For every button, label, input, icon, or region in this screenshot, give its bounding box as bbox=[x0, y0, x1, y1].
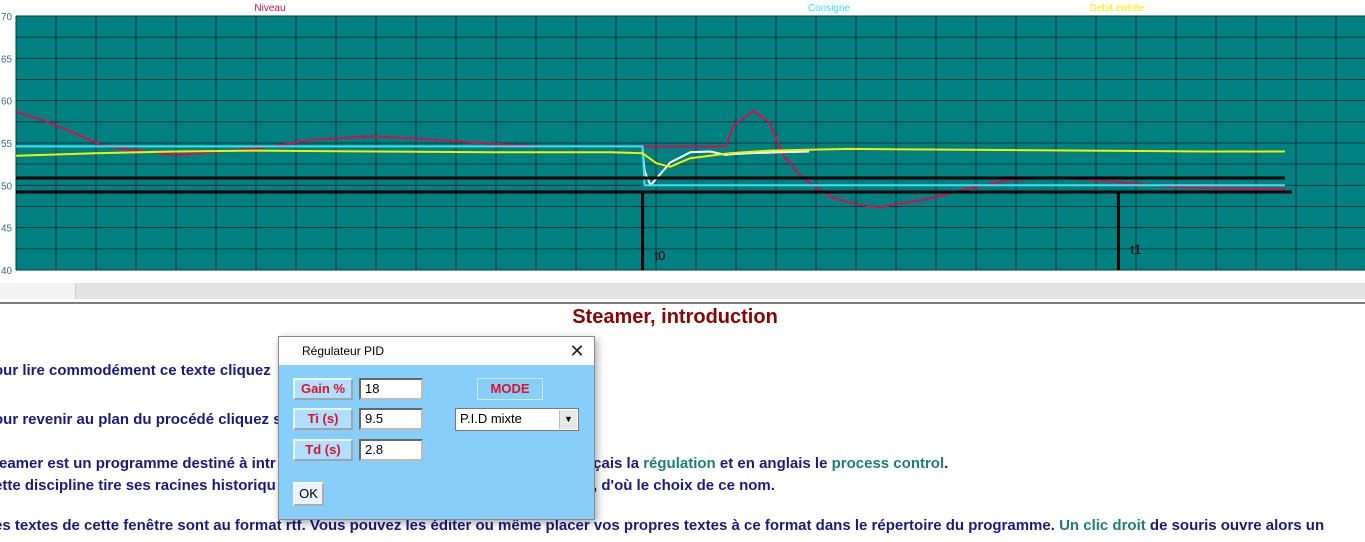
term-regulation: régulation bbox=[643, 455, 716, 472]
time-marker-label: t1 bbox=[1130, 242, 1141, 257]
paragraph-4-end: , d'où le choix de ce nom. bbox=[593, 477, 775, 494]
gain-field[interactable]: 18 bbox=[359, 378, 423, 400]
paragraph-4-start: ette discipline tire ses racines histori… bbox=[0, 477, 276, 494]
td-field[interactable]: 2.8 bbox=[359, 439, 423, 461]
paragraph-3-end: nçais la régulation et en anglais le pro… bbox=[584, 455, 948, 472]
paragraph-3-start: teamer est un programme destiné à intr bbox=[0, 455, 276, 472]
trend-chart: 70 65 60 55 50 45 40 Niveau Sortie LIC Consigne D… bbox=[0, 0, 1365, 283]
y-tick-label: 70 bbox=[1, 12, 13, 23]
y-tick-label: 65 bbox=[1, 54, 13, 65]
chevron-down-icon[interactable]: ▼ bbox=[559, 410, 577, 429]
y-tick-label: 55 bbox=[1, 139, 13, 150]
close-icon[interactable]: ✕ bbox=[560, 337, 594, 365]
y-tick-label: 45 bbox=[1, 224, 13, 235]
legend-item: Debit entrée bbox=[1090, 3, 1145, 14]
mode-select[interactable]: P.I.D mixte ▼ bbox=[455, 408, 579, 431]
paragraph-5-text-2: de souris ouvre alors un bbox=[1145, 517, 1325, 534]
legend-item: Niveau bbox=[254, 3, 285, 14]
mode-select-value: P.I.D mixte bbox=[460, 411, 522, 426]
paragraph-2: our revenir au plan du procédé cliquez s bbox=[0, 411, 282, 428]
panel-separator[interactable] bbox=[0, 302, 1365, 304]
paragraph-3-period: . bbox=[944, 455, 949, 472]
document-title: Steamer, introduction bbox=[572, 306, 778, 328]
ok-button[interactable]: OK bbox=[293, 482, 324, 506]
pid-regulator-dialog: Régulateur PID ✕ Gain % 18 Ti (s) 9.5 Td… bbox=[278, 336, 595, 520]
ti-button[interactable]: Ti (s) bbox=[293, 408, 353, 430]
chart-legend: Niveau Sortie LIC Consigne Debit entrée bbox=[254, 3, 1144, 14]
dialog-title: Régulateur PID bbox=[302, 344, 385, 358]
paragraph-3-text-2: et en anglais le bbox=[715, 455, 832, 472]
y-tick-label: 50 bbox=[1, 181, 13, 192]
y-tick-label: 40 bbox=[1, 266, 13, 277]
paragraph-5: es textes de cette fenêtre sont au forma… bbox=[0, 517, 1324, 534]
y-tick-label: 60 bbox=[1, 97, 13, 108]
horizontal-scrollbar[interactable] bbox=[0, 283, 1365, 299]
dialog-titlebar[interactable]: Régulateur PID ✕ bbox=[279, 337, 594, 365]
legend-item: Consigne bbox=[808, 3, 851, 14]
paragraph-1: our lire commodément ce texte cliquez bbox=[0, 362, 271, 379]
y-axis-ticks: 70 65 60 55 50 45 40 bbox=[1, 12, 13, 277]
legend-item: Sortie LIC bbox=[525, 3, 569, 14]
ti-field[interactable]: 9.5 bbox=[359, 408, 423, 430]
mode-label: MODE bbox=[477, 378, 543, 400]
time-marker-label: t0 bbox=[655, 248, 666, 263]
td-button[interactable]: Td (s) bbox=[293, 439, 353, 461]
scrollbar-thumb[interactable] bbox=[0, 283, 76, 299]
term-process-control: process control bbox=[831, 455, 945, 472]
term-clic-droit: Un clic droit bbox=[1059, 517, 1146, 534]
trend-chart-svg: 70 65 60 55 50 45 40 Niveau Sortie LIC Consigne D… bbox=[1, 3, 1365, 277]
gain-button[interactable]: Gain % bbox=[293, 378, 353, 400]
